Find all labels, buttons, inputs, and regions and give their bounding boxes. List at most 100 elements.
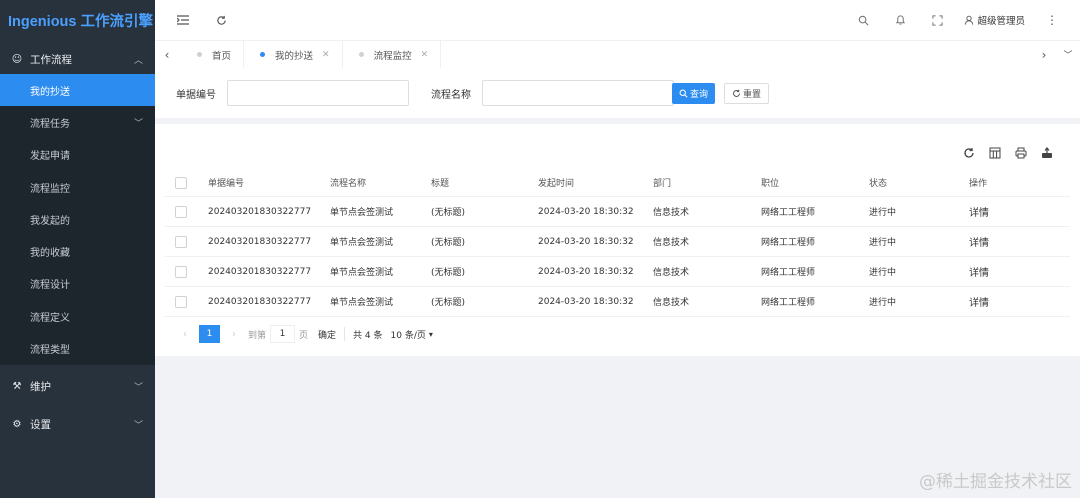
select-all-checkbox[interactable] — [175, 176, 187, 189]
gear-icon: ⚙ — [12, 419, 22, 431]
row-checkbox[interactable] — [175, 205, 187, 218]
cell-dept: 信息技术 — [653, 268, 690, 278]
sidebar-item-my-cc[interactable]: 我的抄送 — [0, 74, 155, 107]
tab-process-monitor[interactable]: 流程监控 ✕ — [343, 40, 442, 69]
table-card: 单据编号 流程名称 标题 发起时间 部门 职位 状态 操作 2024032018… — [155, 124, 1080, 356]
sidebar-item-process-definition[interactable]: 流程定义 — [0, 300, 155, 332]
cell-process: 单节点会签测试 — [330, 238, 394, 248]
fullscreen-icon[interactable] — [927, 10, 947, 30]
goto-suffix: 页 — [299, 330, 309, 341]
detail-link[interactable]: 详情 — [969, 234, 1069, 249]
column-header[interactable]: 标题 — [431, 176, 538, 189]
goto-page-input[interactable]: 1 — [270, 325, 296, 343]
cell-dept: 信息技术 — [653, 298, 690, 308]
menu-group-settings[interactable]: ⚙ 设置 ﹀ — [0, 405, 155, 445]
tab-dot — [358, 52, 364, 57]
cell-status: 进行中 — [869, 298, 897, 308]
table-row[interactable]: 202403201830322777 单节点会签测试 (无标题) 2024-03… — [165, 257, 1070, 287]
tabs-dropdown-icon[interactable]: ﹀ — [1056, 41, 1080, 69]
pagination: ‹ 1 › 到第 1 页 确定 共 4 条 10 条/页 ▾ — [175, 325, 433, 343]
export-icon[interactable] — [1040, 146, 1054, 160]
cell-dept: 信息技术 — [653, 238, 690, 248]
reset-button[interactable]: 重置 — [724, 82, 770, 104]
column-header[interactable]: 部门 — [653, 176, 761, 189]
column-header[interactable]: 单据编号 — [208, 176, 330, 189]
chevron-down-icon: ﹀ — [133, 382, 143, 393]
refresh-icon[interactable] — [211, 10, 231, 30]
tab-dot — [197, 52, 202, 57]
cell-status: 进行中 — [869, 208, 897, 218]
page-size-select[interactable]: 10 条/页 ▾ — [391, 328, 433, 341]
more-vertical-icon[interactable]: ⋮ — [1042, 10, 1062, 30]
tabs-bar: ‹ 首页 我的抄送 ✕ 流程监控 ✕ › ﹀ — [155, 40, 1080, 69]
columns-icon[interactable] — [988, 146, 1002, 160]
cell-position: 网络工工程师 — [761, 208, 816, 218]
cell-title: (无标题) — [431, 208, 466, 218]
pager-divider — [344, 327, 346, 341]
table-row[interactable]: 202403201830322777 单节点会签测试 (无标题) 2024-03… — [165, 197, 1070, 227]
cell-doc-no: 202403201830322777 — [208, 266, 312, 277]
sidebar-item-label: 流程设计 — [30, 280, 70, 292]
user-menu[interactable]: 超级管理员 — [964, 13, 1025, 27]
process-name-label: 流程名称 — [431, 89, 471, 101]
search-icon — [679, 89, 688, 98]
detail-link[interactable]: 详情 — [969, 204, 1069, 219]
tabs-scroll-right-icon[interactable]: › — [1032, 41, 1056, 69]
tab-my-cc[interactable]: 我的抄送 ✕ — [244, 40, 343, 69]
sidebar-item-start-request[interactable]: 发起申请 — [0, 139, 155, 171]
row-checkbox[interactable] — [175, 295, 187, 308]
cell-title: (无标题) — [431, 298, 466, 308]
sidebar-item-process-design[interactable]: 流程设计 — [0, 268, 155, 300]
row-checkbox[interactable] — [175, 235, 187, 248]
tab-dot — [260, 52, 266, 57]
tab-close-icon[interactable]: ✕ — [421, 50, 429, 60]
tabs-scroll-left-icon[interactable]: ‹ — [155, 41, 179, 69]
cell-position: 网络工工程师 — [761, 298, 816, 308]
menu-group-label: 工作流程 — [30, 53, 72, 66]
menu-fold-icon[interactable] — [173, 10, 193, 30]
prev-page-icon[interactable]: ‹ — [175, 329, 195, 340]
page-number-current[interactable]: 1 — [199, 325, 220, 343]
sidebar-item-label: 流程任务 — [30, 118, 70, 130]
table-row[interactable]: 202403201830322777 单节点会签测试 (无标题) 2024-03… — [165, 227, 1070, 257]
print-icon[interactable] — [1014, 146, 1028, 160]
search-icon[interactable] — [853, 10, 873, 30]
app-logo-title: Ingenious 工作流引擎 — [0, 0, 155, 44]
tab-close-icon[interactable]: ✕ — [322, 50, 330, 60]
process-name-input[interactable] — [482, 80, 674, 106]
goto-confirm-button[interactable]: 确定 — [318, 328, 336, 341]
detail-link[interactable]: 详情 — [969, 294, 1069, 309]
sidebar-item-process-tasks[interactable]: 流程任务 ﹀ — [0, 106, 155, 138]
bell-icon[interactable] — [890, 10, 910, 30]
next-page-icon[interactable]: › — [224, 329, 244, 340]
menu-group-label: 维护 — [30, 380, 51, 393]
data-table: 单据编号 流程名称 标题 发起时间 部门 职位 状态 操作 2024032018… — [165, 169, 1070, 317]
sidebar-item-label: 我发起的 — [30, 215, 70, 227]
sidebar-item-my-favorites[interactable]: 我的收藏 — [0, 235, 155, 267]
column-header[interactable]: 操作 — [969, 176, 1069, 189]
doc-no-input[interactable] — [227, 80, 409, 106]
menu-group-maintain[interactable]: ⚒ 维护 ﹀ — [0, 368, 155, 405]
detail-link[interactable]: 详情 — [969, 264, 1069, 279]
column-header[interactable]: 状态 — [869, 176, 969, 189]
submenu-workflow: 我的抄送 流程任务 ﹀ 发起申请 流程监控 我发起的 我的收藏 流程设计 流程定… — [0, 74, 155, 365]
reload-icon[interactable] — [962, 146, 976, 160]
chevron-down-icon: ﹀ — [133, 118, 143, 129]
menu-group-workflow[interactable]: ☺ 工作流程 ︿ — [0, 44, 155, 74]
sidebar-item-my-initiated[interactable]: 我发起的 — [0, 203, 155, 235]
sidebar-item-process-type[interactable]: 流程类型 — [0, 332, 155, 364]
tab-home[interactable]: 首页 — [179, 40, 245, 69]
cell-process: 单节点会签测试 — [330, 268, 394, 278]
table-row[interactable]: 202403201830322777 单节点会签测试 (无标题) 2024-03… — [165, 287, 1070, 317]
reset-button-label: 重置 — [743, 89, 762, 100]
column-header[interactable]: 流程名称 — [330, 176, 431, 189]
smile-icon: ☺ — [11, 53, 23, 65]
sidebar-item-process-monitor[interactable]: 流程监控 — [0, 171, 155, 203]
query-button[interactable]: 查询 — [672, 82, 716, 104]
column-header[interactable]: 职位 — [761, 176, 869, 189]
tab-label: 流程监控 — [373, 50, 412, 62]
cell-status: 进行中 — [869, 238, 897, 248]
row-checkbox[interactable] — [175, 265, 187, 278]
user-icon — [965, 15, 974, 25]
column-header[interactable]: 发起时间 — [538, 176, 653, 189]
